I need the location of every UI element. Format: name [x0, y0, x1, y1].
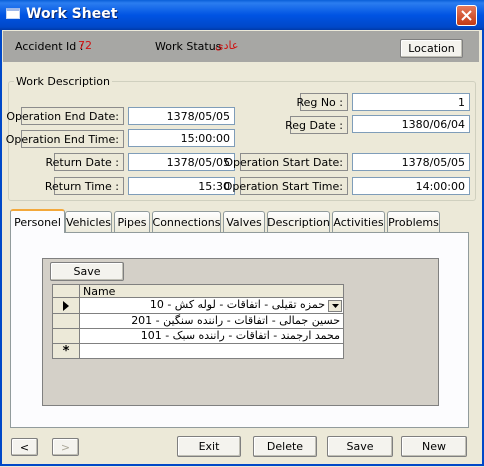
operation-start-time-field[interactable]: 14:00:00	[352, 177, 470, 195]
reg-no-label: Reg No :	[296, 93, 348, 111]
reg-date-label: Reg Date :	[285, 116, 348, 134]
current-row-arrow-icon	[63, 300, 69, 311]
tab-connections[interactable]: Connections	[152, 211, 221, 232]
accident-id-label: Accident Id :	[15, 40, 84, 53]
new-row-selector[interactable]: *	[52, 344, 80, 359]
operation-start-date-field[interactable]: 1378/05/05	[352, 153, 470, 171]
work-description-title: Work Description	[14, 75, 112, 88]
return-date-field[interactable]: 1378/05/05	[128, 153, 235, 171]
row-selector-current[interactable]	[52, 298, 80, 314]
tab-description[interactable]: Description	[267, 211, 330, 232]
operation-end-time-label: Operation End Time:	[6, 130, 124, 148]
row-selector[interactable]	[52, 314, 80, 329]
next-record-button[interactable]: >	[52, 438, 79, 456]
personel-grid: Name حمزه تقیلی - اتفاقات - لوله کش - 10…	[52, 284, 439, 360]
table-row[interactable]: حمزه تقیلی - اتفاقات - لوله کش - 10	[80, 298, 344, 314]
save-button[interactable]: Save	[327, 436, 393, 457]
operation-end-date-field[interactable]: 1378/05/05	[128, 107, 235, 125]
subform-save-button[interactable]: Save	[50, 262, 124, 281]
delete-button[interactable]: Delete	[253, 436, 317, 457]
new-button[interactable]: New	[401, 436, 467, 457]
return-date-label: Return Date :	[46, 153, 124, 171]
row-dropdown-button[interactable]	[328, 300, 342, 312]
return-time-field[interactable]: 15:30	[128, 177, 235, 195]
tab-valves[interactable]: Valves	[223, 211, 265, 232]
work-status-value: عادی	[215, 39, 239, 52]
tab-problems[interactable]: Problems	[387, 211, 440, 232]
new-row[interactable]	[80, 344, 344, 359]
tab-pipes[interactable]: Pipes	[114, 211, 150, 232]
prev-record-button[interactable]: <	[11, 438, 38, 456]
grid-column-header: Name	[80, 284, 344, 298]
return-time-label: Return Time :	[45, 177, 124, 195]
window-icon	[6, 8, 20, 19]
close-button[interactable]	[456, 5, 477, 26]
chevron-down-icon	[331, 304, 339, 308]
operation-start-time-label: Operation Start Time:	[224, 177, 348, 195]
window-title: Work Sheet	[26, 6, 118, 22]
reg-date-field[interactable]: 1380/06/04	[352, 115, 470, 133]
operation-end-time-field[interactable]: 15:00:00	[128, 129, 235, 147]
accident-id-value: 72	[78, 39, 92, 52]
reg-no-field[interactable]: 1	[352, 93, 470, 111]
table-row[interactable]: محمد ارجمند - اتفاقات - راننده سبک - 101	[80, 329, 344, 344]
operation-end-date-label: Operation End Date:	[6, 107, 124, 125]
operation-start-date-label: Operation Start Date:	[224, 153, 348, 171]
grid-corner	[52, 284, 80, 298]
location-button[interactable]: Location	[400, 39, 463, 58]
table-row[interactable]: حسین جمالی - اتفاقات - راننده سنگین - 20…	[80, 314, 344, 329]
tab-vehicles[interactable]: Vehicles	[65, 211, 112, 232]
tab-activities[interactable]: Activities	[332, 211, 385, 232]
row-selector[interactable]	[52, 329, 80, 344]
tab-personel[interactable]: Personel	[10, 209, 65, 233]
work-status-label: Work Status	[155, 40, 222, 53]
close-icon	[461, 10, 472, 21]
exit-button[interactable]: Exit	[177, 436, 241, 457]
